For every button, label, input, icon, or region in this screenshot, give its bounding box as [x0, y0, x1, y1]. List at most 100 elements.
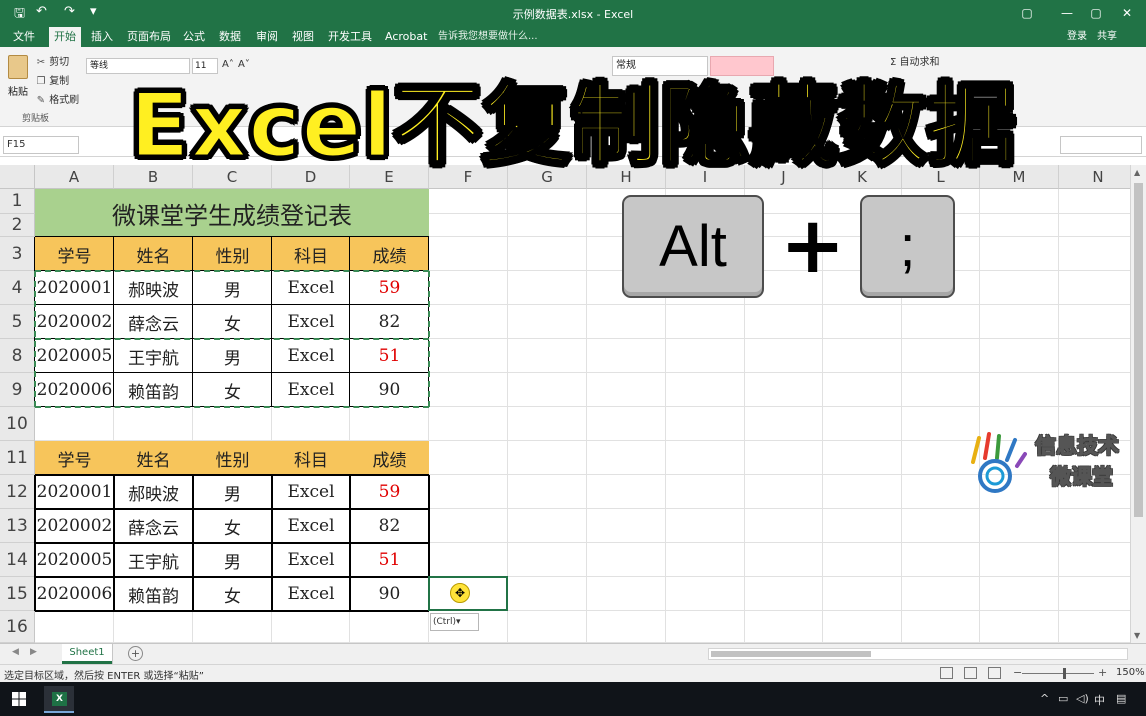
table-cell[interactable]: 女 [193, 509, 272, 543]
tab-data[interactable]: 数据 [214, 27, 246, 47]
next-sheet-icon[interactable]: ▶ [30, 647, 37, 657]
table-cell[interactable]: Excel [272, 373, 350, 407]
table-cell[interactable]: Excel [272, 475, 350, 509]
tab-review[interactable]: 审阅 [251, 27, 283, 47]
row-header[interactable]: 5 [0, 305, 35, 339]
zoom-in-icon[interactable]: + [1098, 666, 1107, 679]
header-cell[interactable]: 科目 [272, 237, 350, 271]
table-cell[interactable]: 2020001 [35, 271, 114, 305]
row-header[interactable]: 14 [0, 543, 35, 577]
table-cell[interactable]: Excel [272, 577, 350, 611]
table-cell[interactable]: 男 [193, 543, 272, 577]
login-link[interactable]: 登录 [1067, 27, 1087, 47]
close-button[interactable]: ✕ [1112, 3, 1142, 23]
horizontal-scrollbar[interactable] [708, 648, 1128, 660]
row-header[interactable]: 15 [0, 577, 35, 611]
paste-options-button[interactable]: (Ctrl)▾ [430, 613, 479, 631]
header-cell[interactable]: 姓名 [114, 237, 193, 271]
table-cell[interactable]: 82 [350, 509, 429, 543]
table-cell[interactable]: 女 [193, 373, 272, 407]
header-cell[interactable]: 成绩 [350, 237, 429, 271]
row-header[interactable]: 8 [0, 339, 35, 373]
zoom-slider-knob[interactable] [1063, 668, 1066, 679]
table-cell[interactable]: 郝映波 [114, 271, 193, 305]
row-header[interactable]: 16 [0, 611, 35, 643]
table-cell[interactable]: 男 [193, 339, 272, 373]
row-header[interactable]: 4 [0, 271, 35, 305]
table-cell[interactable]: Excel [272, 305, 350, 339]
table-cell[interactable]: Excel [272, 509, 350, 543]
table-cell[interactable]: 2020006 [35, 373, 114, 407]
tab-formulas[interactable]: 公式 [178, 27, 210, 47]
zoom-slider[interactable] [1022, 673, 1094, 674]
row-header[interactable]: 10 [0, 407, 35, 441]
table-cell[interactable]: Excel [272, 271, 350, 305]
tab-developer[interactable]: 开发工具 [323, 27, 377, 47]
table-cell[interactable]: 2020005 [35, 543, 114, 577]
table-cell[interactable]: 王宇航 [114, 543, 193, 577]
tab-file[interactable]: 文件 [8, 27, 40, 47]
table-cell[interactable]: 男 [193, 475, 272, 509]
vertical-scroll-thumb[interactable] [1134, 183, 1143, 517]
row-header[interactable]: 13 [0, 509, 35, 543]
paste-button-label[interactable]: 粘贴 [8, 83, 28, 98]
share-button[interactable]: 共享 [1097, 27, 1117, 47]
header-cell[interactable]: 学号 [35, 237, 114, 271]
table-title-cell[interactable]: 微课堂学生成绩登记表 [35, 189, 429, 237]
table-cell[interactable]: 赖笛韵 [114, 373, 193, 407]
tab-home[interactable]: 开始 [49, 27, 81, 47]
table-cell[interactable]: Excel [272, 339, 350, 373]
zoom-level[interactable]: 150% [1116, 667, 1145, 678]
formula-input[interactable] [1060, 136, 1142, 154]
horizontal-scroll-thumb[interactable] [711, 651, 871, 657]
add-sheet-button[interactable]: + [128, 646, 143, 661]
table-cell[interactable]: 赖笛韵 [114, 577, 193, 611]
table-cell[interactable]: 2020006 [35, 577, 114, 611]
row-header[interactable]: 3 [0, 237, 35, 271]
excel-taskbar-button[interactable]: X [44, 686, 74, 713]
header-cell[interactable]: 姓名 [114, 441, 193, 475]
header-cell[interactable]: 性别 [193, 441, 272, 475]
cut-button[interactable]: ✂ 剪切 [36, 53, 69, 68]
table-cell[interactable]: 90 [350, 577, 429, 611]
table-cell[interactable]: 女 [193, 577, 272, 611]
copy-button[interactable]: ❐ 复制 [36, 72, 70, 87]
header-cell[interactable]: 学号 [35, 441, 114, 475]
minimize-button[interactable]: — [1052, 3, 1082, 23]
scroll-down-icon[interactable]: ▼ [1134, 631, 1140, 640]
table-cell[interactable]: Excel [272, 543, 350, 577]
row-header[interactable]: 2 [0, 214, 35, 237]
zoom-out-icon[interactable]: − [1013, 666, 1022, 679]
vertical-scrollbar[interactable]: ▲ ▼ [1130, 165, 1146, 643]
maximize-button[interactable]: ▢ [1081, 3, 1111, 23]
volume-icon[interactable]: ◁) [1076, 692, 1089, 705]
windows-start-icon[interactable] [12, 692, 26, 706]
row-header[interactable]: 9 [0, 373, 35, 407]
column-header-n[interactable]: N [1059, 165, 1130, 189]
tab-acrobat[interactable]: Acrobat [380, 27, 432, 47]
table-cell[interactable]: 薛念云 [114, 305, 193, 339]
table-cell[interactable]: 2020002 [35, 305, 114, 339]
network-icon[interactable]: ▭ [1058, 692, 1068, 705]
tab-view[interactable]: 视图 [287, 27, 319, 47]
table-cell[interactable]: 2020001 [35, 475, 114, 509]
page-layout-view-icon[interactable] [964, 667, 977, 679]
scroll-up-icon[interactable]: ▲ [1134, 168, 1140, 177]
select-all-corner[interactable] [0, 165, 35, 189]
table-cell[interactable]: 薛念云 [114, 509, 193, 543]
tab-page-layout[interactable]: 页面布局 [122, 27, 176, 47]
table-cell[interactable]: 2020005 [35, 339, 114, 373]
table-cell[interactable]: 郝映波 [114, 475, 193, 509]
table-cell[interactable]: 59 [350, 271, 429, 305]
notification-icon[interactable]: ▤ [1116, 692, 1126, 705]
table-cell[interactable]: 2020002 [35, 509, 114, 543]
paste-icon[interactable] [8, 55, 28, 79]
table-cell[interactable]: 51 [350, 543, 429, 577]
format-painter-button[interactable]: ✎ 格式刷 [36, 91, 79, 106]
table-cell[interactable]: 女 [193, 305, 272, 339]
name-box[interactable]: F15 [3, 136, 79, 154]
sheet-tab-sheet1[interactable]: Sheet1 [62, 644, 112, 664]
table-cell[interactable]: 90 [350, 373, 429, 407]
table-cell[interactable]: 59 [350, 475, 429, 509]
table-cell[interactable]: 51 [350, 339, 429, 373]
